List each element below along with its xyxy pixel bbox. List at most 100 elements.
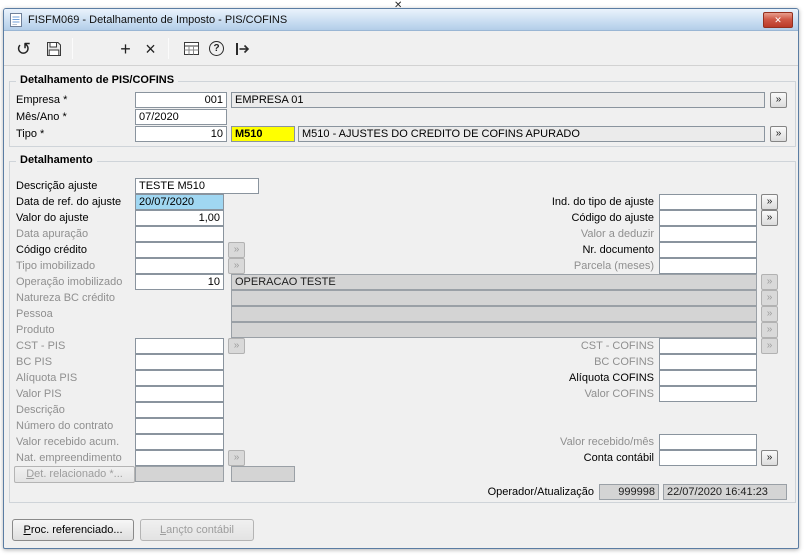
label-natureza-bc-credito: Natureza BC crédito <box>16 292 116 304</box>
field-tipo-code[interactable]: 10 <box>135 126 227 142</box>
lookup-tipo-button[interactable]: » <box>770 126 787 142</box>
field-valor-deduzir[interactable] <box>659 226 757 242</box>
field-valor-cofins[interactable] <box>659 386 757 402</box>
field-operacao-imobilizado-code[interactable]: 10 <box>135 274 224 290</box>
document-icon <box>10 12 22 27</box>
label-valor-ajuste: Valor do ajuste <box>16 212 89 224</box>
field-valor-recebido-acum[interactable] <box>135 434 224 450</box>
field-cst-pis[interactable] <box>135 338 224 354</box>
label-tipo: Tipo * <box>16 128 45 140</box>
label-data-apuracao: Data apuração <box>16 228 89 240</box>
field-natureza-bc-credito <box>231 290 757 306</box>
lancto-contabil-button: Lançto contábil <box>140 519 254 541</box>
field-bc-pis[interactable] <box>135 354 224 370</box>
proc-referenciado-button[interactable]: Proc. referenciado... <box>12 519 134 541</box>
field-data-ref-ajuste[interactable]: 20/07/2020 <box>135 194 224 210</box>
lookup-cst-cofins-button: » <box>761 338 778 354</box>
lookup-tipo-imobilizado-button: » <box>228 258 245 274</box>
label-descricao: Descrição <box>16 404 65 416</box>
help-button[interactable]: ? <box>203 35 230 62</box>
label-aliquota-cofins: Alíquota COFINS <box>569 372 654 384</box>
lookup-natureza-bc-credito-button: » <box>761 290 778 306</box>
plus-icon: + <box>120 38 131 59</box>
field-parcela-meses[interactable] <box>659 258 757 274</box>
det-relacionado-button: Det. relacionado *... <box>14 466 135 483</box>
pis-cofins-group-title: Detalhamento de PIS/COFINS <box>16 74 179 86</box>
label-valor-pis: Valor PIS <box>16 388 62 400</box>
label-operacao-imobilizado: Operação imobilizado <box>16 276 123 288</box>
label-mes-ano: Mês/Ano * <box>16 111 67 123</box>
label-numero-contrato: Número do contrato <box>16 420 114 432</box>
delete-record-button[interactable]: × <box>137 35 164 62</box>
refresh-button[interactable]: ↺ <box>10 35 37 62</box>
field-aliquota-cofins[interactable] <box>659 370 757 386</box>
label-codigo-credito: Código crédito <box>16 244 87 256</box>
screen: ✕ FISFM069 - Detalhamento de Imposto - P… <box>0 0 805 555</box>
label-valor-deduzir: Valor a deduzir <box>580 228 654 240</box>
lookup-empresa-button[interactable]: » <box>770 92 787 108</box>
exit-button[interactable] <box>228 35 255 62</box>
field-conta-contabil[interactable] <box>659 450 757 466</box>
field-descricao-ajuste[interactable]: TESTE M510 <box>135 178 259 194</box>
label-parcela-meses: Parcela (meses) <box>573 260 654 272</box>
lookup-conta-contabil-button[interactable]: » <box>761 450 778 466</box>
field-empresa-code[interactable]: 001 <box>135 92 227 108</box>
label-ind-tipo-ajuste: Ind. do tipo de ajuste <box>551 196 654 208</box>
lookup-nat-empreendimento-button: » <box>228 450 245 466</box>
field-ind-tipo-ajuste[interactable] <box>659 194 757 210</box>
label-cst-cofins: CST - COFINS <box>580 340 654 352</box>
field-mes-ano[interactable]: 07/2020 <box>135 109 227 125</box>
calendar-icon <box>184 42 199 55</box>
field-numero-contrato[interactable] <box>135 418 224 434</box>
field-tipo-key[interactable]: M510 <box>231 126 295 142</box>
close-icon: ✕ <box>774 15 782 25</box>
label-cst-pis: CST - PIS <box>16 340 66 352</box>
label-conta-contabil: Conta contábil <box>583 452 654 464</box>
save-icon <box>46 41 61 56</box>
close-button[interactable]: ✕ <box>763 12 793 28</box>
new-record-button[interactable]: + <box>112 35 139 62</box>
delete-icon: × <box>145 38 156 59</box>
field-descricao[interactable] <box>135 402 224 418</box>
lookup-ind-tipo-ajuste-button[interactable]: » <box>761 194 778 210</box>
field-det-relacionado-1 <box>135 466 224 482</box>
field-pessoa <box>231 306 757 322</box>
label-descricao-ajuste: Descrição ajuste <box>16 180 98 192</box>
calendar-button[interactable] <box>178 35 205 62</box>
field-operador-id: 999998 <box>599 484 659 500</box>
label-operador-atualizacao: Operador/Atualização <box>487 486 594 498</box>
field-valor-ajuste[interactable]: 1,00 <box>135 210 224 226</box>
detail-group-title: Detalhamento <box>16 154 97 166</box>
label-valor-cofins: Valor COFINS <box>584 388 654 400</box>
label-pessoa: Pessoa <box>16 308 53 320</box>
toolbar: ↺ + × ? <box>4 32 798 66</box>
label-codigo-ajuste: Código do ajuste <box>571 212 654 224</box>
field-operacao-imobilizado-desc: OPERACAO TESTE <box>231 274 757 290</box>
label-nr-documento: Nr. documento <box>582 244 654 256</box>
field-cst-cofins[interactable] <box>659 338 757 354</box>
field-produto <box>231 322 757 338</box>
label-data-ref-ajuste: Data de ref. do ajuste <box>16 196 122 208</box>
field-bc-cofins[interactable] <box>659 354 757 370</box>
lookup-codigo-ajuste-button[interactable]: » <box>761 210 778 226</box>
field-nat-empreendimento[interactable] <box>135 450 224 466</box>
field-aliquota-pis[interactable] <box>135 370 224 386</box>
detail-group: Detalhamento Descrição ajuste TESTE M510… <box>9 154 796 503</box>
field-nr-documento[interactable] <box>659 242 757 258</box>
lookup-cst-pis-button: » <box>228 338 245 354</box>
save-button[interactable] <box>40 35 67 62</box>
field-tipo-imobilizado[interactable] <box>135 258 224 274</box>
field-data-apuracao[interactable] <box>135 226 224 242</box>
label-nat-empreendimento: Nat. empreendimento <box>16 452 122 464</box>
pis-cofins-group: Detalhamento de PIS/COFINS Empresa * 001… <box>9 74 796 147</box>
label-tipo-imobilizado: Tipo imobilizado <box>16 260 96 272</box>
field-codigo-credito[interactable] <box>135 242 224 258</box>
field-codigo-ajuste[interactable] <box>659 210 757 226</box>
label-valor-recebido-mes: Valor recebido/mês <box>560 436 654 448</box>
lookup-operacao-imobilizado-button: » <box>761 274 778 290</box>
field-valor-recebido-mes[interactable] <box>659 434 757 450</box>
toolbar-separator <box>72 38 73 59</box>
field-valor-pis[interactable] <box>135 386 224 402</box>
app-window: FISFM069 - Detalhamento de Imposto - PIS… <box>3 8 799 549</box>
lookup-pessoa-button: » <box>761 306 778 322</box>
